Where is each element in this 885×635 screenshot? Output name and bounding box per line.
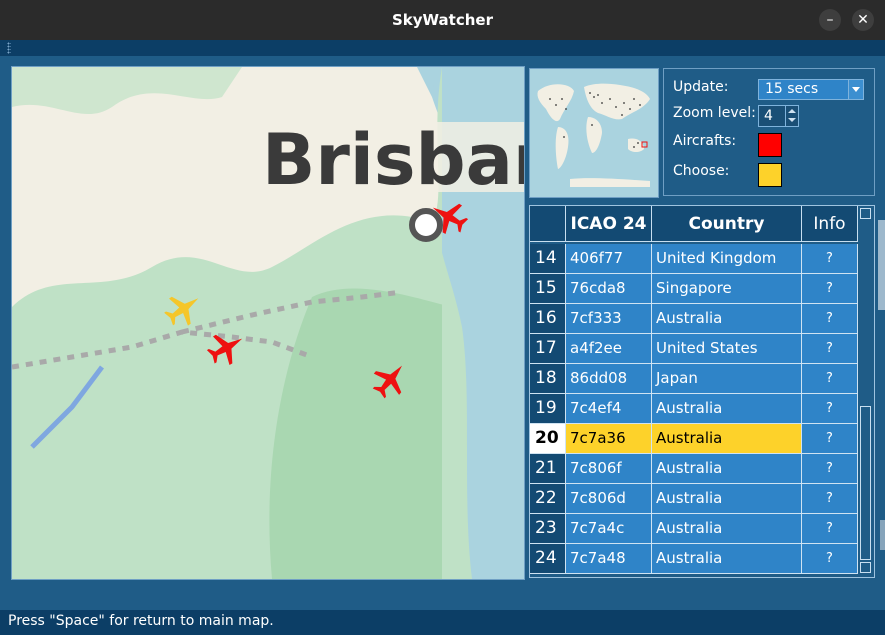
title-bar: SkyWatcher – ✕ xyxy=(0,0,885,40)
table-row[interactable]: 21 7c806f Australia? xyxy=(530,454,858,484)
settings-panel: Update: 15 secs Zoom level: 4 Aircrafts:… xyxy=(663,68,875,196)
zoom-label: Zoom level: xyxy=(673,105,756,121)
table-row[interactable]: 14 406f77 United Kingdom? xyxy=(530,244,858,274)
table-row[interactable]: 23 7c7a4c Australia? xyxy=(530,514,858,544)
aircraft-table[interactable]: ICAO 24 Country Info 14 406f77 United King… xyxy=(529,205,875,578)
chevron-up-icon[interactable] xyxy=(788,109,796,113)
info-button[interactable]: ? xyxy=(802,304,858,334)
row-number: 20 xyxy=(530,424,566,454)
icao-cell: 7c4ef4 xyxy=(566,394,652,424)
icao-cell: a4f2ee xyxy=(566,334,652,364)
stepper-buttons[interactable] xyxy=(785,106,798,126)
scrollbar-thumb[interactable] xyxy=(860,406,871,560)
icao-cell: 86dd08 xyxy=(566,364,652,394)
country-cell: Japan xyxy=(652,364,802,394)
toolbar xyxy=(0,40,885,56)
icao-cell: 7cf333 xyxy=(566,304,652,334)
chevron-down-icon[interactable] xyxy=(848,80,863,99)
icao-cell: 7c7a36 xyxy=(566,424,652,454)
close-icon[interactable]: ✕ xyxy=(852,9,874,31)
country-cell: Australia xyxy=(652,304,802,334)
window-title: SkyWatcher xyxy=(391,11,493,29)
row-number: 21 xyxy=(530,454,566,484)
info-button[interactable]: ? xyxy=(802,514,858,544)
toolbar-grip-icon[interactable] xyxy=(7,42,11,54)
info-button[interactable]: ? xyxy=(802,454,858,484)
row-number: 22 xyxy=(530,484,566,514)
zoom-level-value: 4 xyxy=(764,108,773,124)
update-interval-value: 15 secs xyxy=(765,81,819,97)
row-number: 14 xyxy=(530,244,566,274)
country-cell: United Kingdom xyxy=(652,244,802,274)
choose-label: Choose: xyxy=(673,163,730,179)
table-row[interactable]: 15 76cda8 Singapore? xyxy=(530,274,858,304)
icao-cell: 7c7a48 xyxy=(566,544,652,574)
chevron-down-icon[interactable] xyxy=(788,118,796,122)
status-bar: Press "Space" for return to main map. xyxy=(0,610,885,635)
scroll-up-icon[interactable] xyxy=(860,208,871,219)
country-cell: Australia xyxy=(652,484,802,514)
info-button[interactable]: ? xyxy=(802,334,858,364)
icao-cell: 406f77 xyxy=(566,244,652,274)
map-view[interactable]: Brisbar xyxy=(11,66,525,580)
country-cell: Australia xyxy=(652,394,802,424)
table-row[interactable]: 22 7c806d Australia? xyxy=(530,484,858,514)
table-row[interactable]: 18 86dd08 Japan? xyxy=(530,364,858,394)
aircrafts-color-swatch[interactable] xyxy=(758,133,782,157)
table-row[interactable]: 17 a4f2ee United States? xyxy=(530,334,858,364)
update-label: Update: xyxy=(673,79,729,95)
update-interval-select[interactable]: 15 secs xyxy=(758,79,864,100)
minimize-icon[interactable]: – xyxy=(819,9,841,31)
info-button[interactable]: ? xyxy=(802,394,858,424)
icao-cell: 7c806d xyxy=(566,484,652,514)
row-number: 16 xyxy=(530,304,566,334)
table-row[interactable]: 19 7c4ef4 Australia? xyxy=(530,394,858,424)
country-header[interactable]: Country xyxy=(652,206,802,242)
country-cell: Australia xyxy=(652,544,802,574)
info-button[interactable]: ? xyxy=(802,364,858,394)
row-number: 18 xyxy=(530,364,566,394)
table-row[interactable]: 20 7c7a36 Australia? xyxy=(530,424,858,454)
row-number-header[interactable] xyxy=(530,206,566,242)
country-cell: United States xyxy=(652,334,802,364)
table-scrollbar[interactable] xyxy=(858,206,874,577)
zoom-level-stepper[interactable]: 4 xyxy=(758,105,799,127)
info-button[interactable]: ? xyxy=(802,544,858,574)
row-number: 24 xyxy=(530,544,566,574)
choose-color-swatch[interactable] xyxy=(758,163,782,187)
country-cell: Australia xyxy=(652,514,802,544)
country-cell: Australia xyxy=(652,424,802,454)
info-header[interactable]: Info xyxy=(802,206,858,242)
icao-header[interactable]: ICAO 24 xyxy=(566,206,652,242)
info-button[interactable]: ? xyxy=(802,274,858,304)
status-text: Press "Space" for return to main map. xyxy=(8,613,274,629)
country-cell: Singapore xyxy=(652,274,802,304)
row-number: 15 xyxy=(530,274,566,304)
table-row[interactable]: 24 7c7a48 Australia? xyxy=(530,544,858,574)
info-button[interactable]: ? xyxy=(802,424,858,454)
aircrafts-label: Aircrafts: xyxy=(673,133,737,149)
info-button[interactable]: ? xyxy=(802,244,858,274)
icao-cell: 7c7a4c xyxy=(566,514,652,544)
icao-cell: 76cda8 xyxy=(566,274,652,304)
icao-cell: 7c806f xyxy=(566,454,652,484)
map-city-label: Brisbar xyxy=(262,119,524,201)
world-minimap[interactable] xyxy=(529,68,659,198)
info-button[interactable]: ? xyxy=(802,484,858,514)
window-edge xyxy=(880,520,885,550)
scroll-down-icon[interactable] xyxy=(860,562,871,573)
row-number: 17 xyxy=(530,334,566,364)
row-number: 23 xyxy=(530,514,566,544)
country-cell: Australia xyxy=(652,454,802,484)
row-number: 19 xyxy=(530,394,566,424)
window-edge xyxy=(878,220,885,310)
table-row[interactable]: 16 7cf333 Australia? xyxy=(530,304,858,334)
